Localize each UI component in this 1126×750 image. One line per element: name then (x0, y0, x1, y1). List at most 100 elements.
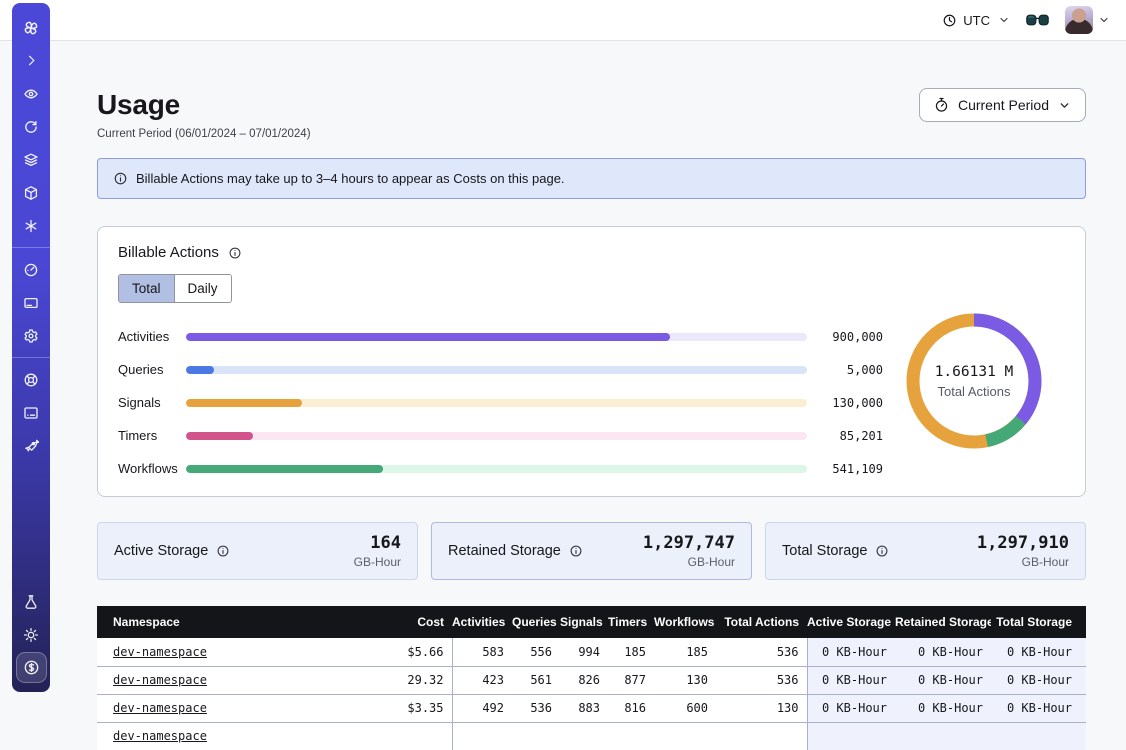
value-cell: 600 (654, 694, 716, 722)
bar-label: Activities (118, 329, 186, 344)
value-cell (452, 722, 512, 750)
namespace-link[interactable]: dev-namespace (113, 673, 207, 687)
bar-track (186, 399, 807, 407)
bar-fill (186, 465, 383, 473)
value-cell: 0 KB-Hour (807, 694, 895, 722)
info-icon[interactable] (875, 544, 889, 558)
total-actions-donut-chart: 1.66131 M Total Actions (883, 306, 1065, 456)
gauge-icon[interactable] (12, 253, 50, 286)
table-row: dev-namespace29.324235618268771305360 KB… (97, 666, 1086, 694)
dollar-icon[interactable] (12, 651, 50, 684)
column-header-total-storage: Total Storage (991, 606, 1086, 638)
bar-row-timers: Timers85,201 (118, 428, 883, 443)
value-cell: 883 (560, 694, 608, 722)
bar-track (186, 432, 807, 440)
value-cell (608, 722, 654, 750)
billable-actions-title: Billable Actions (118, 244, 219, 261)
column-header-activities: Activities (452, 606, 512, 638)
chevron-down-icon (998, 14, 1010, 26)
tab-daily[interactable]: Daily (174, 275, 231, 302)
top-bar: UTC (0, 0, 1126, 41)
flask-icon[interactable] (12, 585, 50, 618)
page-title: Usage (97, 88, 311, 121)
info-icon[interactable] (216, 544, 230, 558)
chevron-right-icon[interactable] (12, 44, 50, 77)
bar-label: Workflows (118, 461, 186, 476)
active-storage-value: 164 (354, 533, 401, 553)
sidebar-divider (12, 357, 50, 358)
eye-icon[interactable] (12, 77, 50, 110)
layers-icon[interactable] (12, 143, 50, 176)
sun-icon[interactable] (12, 618, 50, 651)
total-actions-label: Total Actions (935, 384, 1014, 399)
period-dropdown-button[interactable]: Current Period (919, 88, 1086, 122)
bar-track (186, 333, 807, 341)
namespace-link[interactable]: dev-namespace (113, 645, 207, 659)
table-row: dev-namespace$3.354925368838166001300 KB… (97, 694, 1086, 722)
value-cell: 0 KB-Hour (991, 694, 1086, 722)
bar-label: Timers (118, 428, 186, 443)
value-cell (654, 722, 716, 750)
cube-icon[interactable] (12, 176, 50, 209)
lifebuoy-icon[interactable] (12, 363, 50, 396)
namespace-cell: dev-namespace (97, 722, 380, 750)
rocket-icon[interactable] (12, 429, 50, 462)
value-cell: 423 (452, 666, 512, 694)
value-cell: 556 (512, 638, 560, 666)
billable-actions-bar-chart: Activities900,000Queries5,000Signals130,… (118, 329, 883, 476)
namespace-cell: dev-namespace (97, 666, 380, 694)
value-cell: 536 (716, 666, 807, 694)
retained-storage-value: 1,297,747 (643, 533, 735, 553)
value-cell: 0 KB-Hour (807, 666, 895, 694)
console-icon[interactable] (12, 396, 50, 429)
bar-value: 5,000 (821, 363, 883, 377)
tab-total[interactable]: Total (119, 275, 174, 302)
namespace-link[interactable]: dev-namespace (113, 701, 207, 715)
billable-view-tabs: Total Daily (118, 274, 232, 303)
bar-track (186, 366, 807, 374)
bar-value: 130,000 (821, 396, 883, 410)
value-cell: 994 (560, 638, 608, 666)
history-icon[interactable] (12, 110, 50, 143)
asterisk-icon[interactable] (12, 209, 50, 242)
value-cell: 185 (654, 638, 716, 666)
value-cell: 0 KB-Hour (895, 666, 991, 694)
total-storage-card: Total Storage 1,297,910 GB-Hour (765, 522, 1086, 580)
column-header-queries: Queries (512, 606, 560, 638)
column-header-timers: Timers (608, 606, 654, 638)
account-menu[interactable] (1065, 6, 1110, 34)
bar-track (186, 465, 807, 473)
namespace-link[interactable]: dev-namespace (113, 729, 207, 743)
value-cell (895, 722, 991, 750)
value-cell (716, 722, 807, 750)
storage-summary-row: Active Storage 164 GB-Hour Retained Stor… (97, 522, 1086, 580)
active-storage-label: Active Storage (114, 543, 208, 559)
clock-icon (942, 13, 957, 28)
retained-storage-unit: GB-Hour (643, 555, 735, 569)
goggles-icon[interactable] (1026, 13, 1049, 27)
credit-card-icon[interactable] (12, 286, 50, 319)
bar-row-activities: Activities 900,000 (118, 329, 883, 344)
info-icon[interactable] (569, 544, 583, 558)
column-header-total-actions: Total Actions (716, 606, 807, 638)
main-content: Usage Current Period (06/01/2024 – 07/01… (56, 41, 1126, 700)
timezone-selector[interactable]: UTC (942, 13, 1010, 28)
gear-icon[interactable] (12, 319, 50, 352)
value-cell (512, 722, 560, 750)
total-storage-unit: GB-Hour (977, 555, 1069, 569)
active-storage-unit: GB-Hour (354, 555, 401, 569)
value-cell: 0 KB-Hour (807, 638, 895, 666)
info-icon[interactable] (228, 246, 242, 260)
temporal-logo-icon[interactable] (12, 11, 50, 44)
value-cell (991, 722, 1086, 750)
value-cell (380, 722, 452, 750)
bar-row-queries: Queries5,000 (118, 362, 883, 377)
value-cell: 536 (716, 638, 807, 666)
bar-value: 900,000 (821, 330, 883, 344)
value-cell: 185 (608, 638, 654, 666)
value-cell: $3.35 (380, 694, 452, 722)
value-cell: 130 (716, 694, 807, 722)
table-header-row: NamespaceCostActivitiesQueriesSignalsTim… (97, 606, 1086, 638)
total-actions-value: 1.66131 M (935, 364, 1014, 380)
column-header-retained-storage: Retained Storage (895, 606, 991, 638)
